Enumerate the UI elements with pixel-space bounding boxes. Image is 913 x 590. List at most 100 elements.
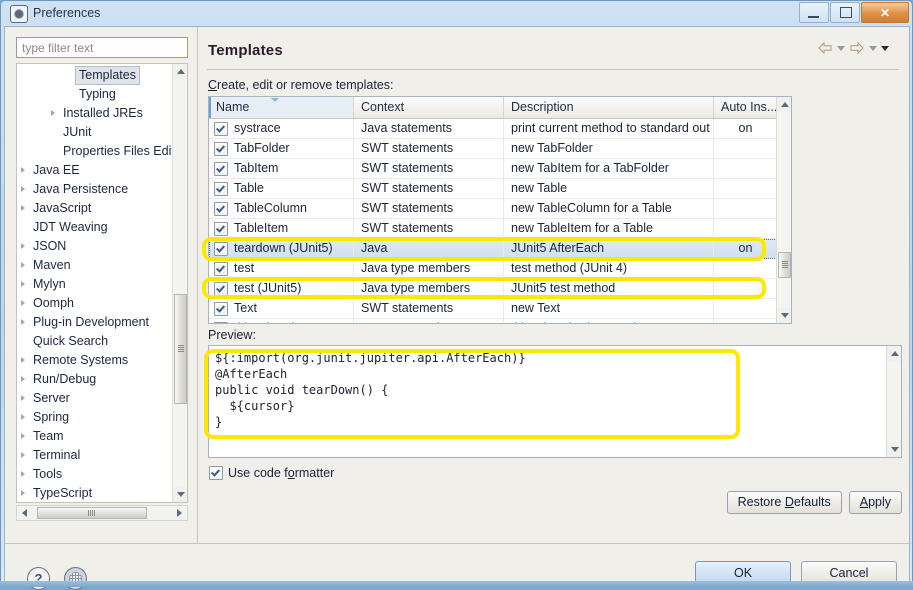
sidebar-item-java-persistence[interactable]: Java Persistence xyxy=(17,180,187,199)
templates-table[interactable]: Name Context Description Auto Ins... sys… xyxy=(208,96,792,324)
expand-arrow-icon[interactable] xyxy=(21,262,25,268)
sidebar-item-junit[interactable]: JUnit xyxy=(17,123,187,142)
tree-hscrollbar-thumb[interactable] xyxy=(37,507,147,519)
expand-arrow-icon[interactable] xyxy=(21,243,25,249)
use-code-formatter-checkbox-box[interactable] xyxy=(209,466,223,480)
table-row[interactable]: Table SWT statements new Table xyxy=(209,178,791,199)
expand-arrow-icon[interactable] xyxy=(21,357,25,363)
sidebar-item-templates[interactable]: Templates xyxy=(17,66,187,85)
sidebar-item-spring[interactable]: Spring xyxy=(17,408,187,427)
forward-arrow-icon[interactable] xyxy=(849,41,865,55)
sidebar-item-tools[interactable]: Tools xyxy=(17,465,187,484)
row-checkbox[interactable] xyxy=(214,241,228,256)
table-row[interactable]: TabFolder SWT statements new TabFolder xyxy=(209,138,791,159)
sidebar-item-plug-in-development[interactable]: Plug-in Development xyxy=(17,313,187,332)
expand-arrow-icon[interactable] xyxy=(21,186,25,192)
use-code-formatter-checkbox[interactable]: Use code formatter xyxy=(209,466,334,480)
tree-scroll-down-icon[interactable] xyxy=(173,487,187,502)
table-scroll-down-icon[interactable] xyxy=(777,308,791,323)
table-row[interactable]: TabItem SWT statements new TabItem for a T… xyxy=(209,158,791,179)
row-checkbox[interactable] xyxy=(214,301,228,316)
sidebar-item-json[interactable]: JSON xyxy=(17,237,187,256)
restore-defaults-button[interactable]: Restore Defaults xyxy=(726,491,842,514)
sidebar-item-quick-search[interactable]: Quick Search xyxy=(17,332,187,351)
sidebar-item-maven[interactable]: Maven xyxy=(17,256,187,275)
table-scroll-up-icon[interactable] xyxy=(777,97,791,112)
tree-vertical-scrollbar[interactable] xyxy=(172,64,187,502)
row-checkbox[interactable] xyxy=(214,121,228,136)
expand-arrow-icon[interactable] xyxy=(21,300,25,306)
sidebar-item-remote-systems[interactable]: Remote Systems xyxy=(17,351,187,370)
preview-vertical-scrollbar[interactable] xyxy=(886,346,901,457)
expand-arrow-icon[interactable] xyxy=(51,110,55,116)
sidebar-item-jdt-weaving[interactable]: JDT Weaving xyxy=(17,218,187,237)
back-arrow-icon[interactable] xyxy=(817,41,833,55)
expand-arrow-icon[interactable] xyxy=(21,376,25,382)
filter-input[interactable] xyxy=(16,37,188,58)
sidebar-item-run-debug[interactable]: Run/Debug xyxy=(17,370,187,389)
column-header-description[interactable]: Description xyxy=(504,97,714,118)
sidebar-item-server[interactable]: Server xyxy=(17,389,187,408)
sidebar-item-team[interactable]: Team xyxy=(17,427,187,446)
sidebar-item-java-ee[interactable]: Java EE xyxy=(17,161,187,180)
expand-arrow-icon[interactable] xyxy=(21,471,25,477)
column-header-name[interactable]: Name xyxy=(209,97,354,118)
window-title: Preferences xyxy=(33,6,101,20)
table-row[interactable]: Text SWT statements new Text xyxy=(209,298,791,319)
table-row[interactable]: thisJoinPoint AspectJ templatesthisJoinPo… xyxy=(209,318,791,323)
expand-arrow-icon[interactable] xyxy=(21,433,25,439)
forward-dropdown-icon[interactable] xyxy=(869,45,877,51)
tree-scroll-left-icon[interactable] xyxy=(17,506,32,520)
sidebar-item-mylyn[interactable]: Mylyn xyxy=(17,275,187,294)
sidebar-item-javascript[interactable]: JavaScript xyxy=(17,199,187,218)
minimize-button[interactable] xyxy=(799,2,829,23)
row-checkbox[interactable] xyxy=(214,261,228,276)
apply-button[interactable]: Apply xyxy=(848,491,902,514)
expand-arrow-icon[interactable] xyxy=(21,414,25,420)
table-scrollbar-thumb[interactable] xyxy=(778,252,791,278)
preview-scroll-down-icon[interactable] xyxy=(887,442,901,457)
view-menu-icon[interactable] xyxy=(881,45,889,51)
row-checkbox[interactable] xyxy=(214,141,228,156)
expand-arrow-icon[interactable] xyxy=(21,205,25,211)
table-row[interactable]: systrace Java statements print current met… xyxy=(209,118,791,139)
table-row[interactable]: test (JUnit5) Java type members JUnit5 tes… xyxy=(209,278,791,299)
preview-scroll-up-icon[interactable] xyxy=(887,346,901,361)
expand-arrow-icon[interactable] xyxy=(21,452,25,458)
sidebar-item-terminal[interactable]: Terminal xyxy=(17,446,187,465)
row-checkbox[interactable] xyxy=(214,321,228,323)
preferences-tree[interactable]: Templates Typing Installed JREs JUnit Proper… xyxy=(16,63,188,503)
cell-auto-insert: on xyxy=(738,120,753,135)
tree-scroll-up-icon[interactable] xyxy=(173,64,187,79)
row-checkbox[interactable] xyxy=(214,161,228,176)
sidebar-item-installed-jres[interactable]: Installed JREs xyxy=(17,104,187,123)
cell-context: Java type members xyxy=(354,278,504,299)
tree-scrollbar-thumb[interactable] xyxy=(174,294,187,404)
sidebar-item-properties-files-editc[interactable]: Properties Files Editc xyxy=(17,142,187,161)
tree-scroll-right-icon[interactable] xyxy=(172,506,187,520)
row-checkbox[interactable] xyxy=(214,281,228,296)
table-row[interactable]: test Java type members test method (JUnit … xyxy=(209,258,791,279)
expand-arrow-icon[interactable] xyxy=(21,281,25,287)
table-row[interactable]: TableItem SWT statements new TableItem for… xyxy=(209,218,791,239)
preview-panel[interactable]: ${:import(org.junit.jupiter.api.AfterEac… xyxy=(208,345,902,458)
expand-arrow-icon[interactable] xyxy=(21,395,25,401)
maximize-button[interactable] xyxy=(830,2,860,23)
expand-arrow-icon[interactable] xyxy=(21,167,25,173)
table-row[interactable]: TableColumn SWT statements new TableColumn… xyxy=(209,198,791,219)
row-checkbox[interactable] xyxy=(214,221,228,236)
table-vertical-scrollbar[interactable] xyxy=(776,97,791,323)
column-header-context[interactable]: Context xyxy=(354,97,504,118)
sidebar-item-oomph[interactable]: Oomph xyxy=(17,294,187,313)
sidebar-item-typescript[interactable]: TypeScript xyxy=(17,484,187,502)
row-checkbox[interactable] xyxy=(214,201,228,216)
column-header-auto-insert[interactable]: Auto Ins... xyxy=(714,97,777,118)
table-row[interactable]: teardown (JUnit5) Java JUnit5 AfterEach on xyxy=(209,238,791,259)
expand-arrow-icon[interactable] xyxy=(21,319,25,325)
sidebar-item-typing[interactable]: Typing xyxy=(17,85,187,104)
close-button[interactable]: ✕ xyxy=(861,2,909,23)
expand-arrow-icon[interactable] xyxy=(21,490,25,496)
back-dropdown-icon[interactable] xyxy=(837,45,845,51)
row-checkbox[interactable] xyxy=(214,181,228,196)
tree-horizontal-scrollbar[interactable] xyxy=(16,505,188,521)
